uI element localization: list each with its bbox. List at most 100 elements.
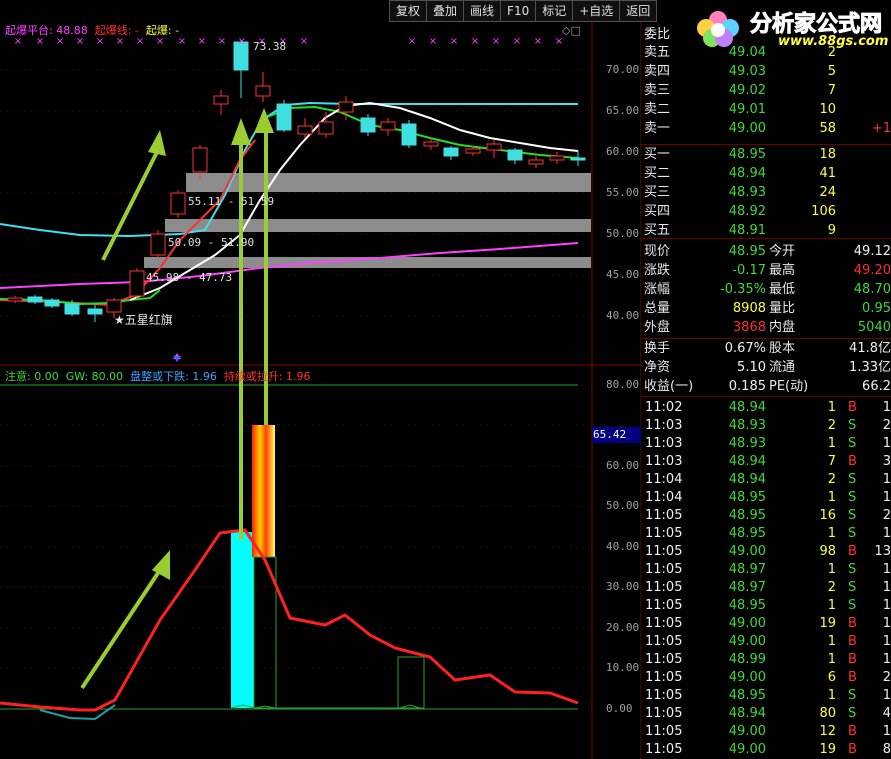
tick-count: 1 bbox=[882, 688, 891, 703]
tick-time: 11:03 bbox=[645, 436, 683, 451]
ask-label: 卖五 bbox=[644, 45, 671, 60]
tick-side: S bbox=[848, 688, 857, 703]
fund-label: 换手 bbox=[644, 341, 671, 356]
tick-count: 1 bbox=[882, 472, 891, 487]
quote-label: 内盘 bbox=[769, 320, 796, 335]
add-favorite-button[interactable]: +自选 bbox=[572, 0, 621, 22]
tick-volume: 16 bbox=[819, 508, 836, 523]
candle-body bbox=[255, 85, 271, 97]
tick-row: 11:05 49.00 98 B 13 bbox=[641, 543, 891, 561]
tick-side: S bbox=[848, 508, 857, 523]
tick-row: 11:03 48.93 1 S 1 bbox=[641, 435, 891, 453]
oscillator-green-line bbox=[230, 704, 421, 709]
y-tick-label: 50.00 bbox=[606, 227, 640, 240]
tick-volume: 1 bbox=[827, 526, 836, 541]
quote-label: 外盘 bbox=[644, 320, 671, 335]
tick-side: B bbox=[848, 652, 857, 667]
tick-row: 11:03 48.93 2 S 2 bbox=[641, 417, 891, 435]
fund-value: 41.8亿 bbox=[849, 341, 891, 356]
quote-row: 外盘 3868 内盘 5040 bbox=[641, 319, 891, 337]
tick-row: 11:05 48.95 16 S 2 bbox=[641, 507, 891, 525]
x-marker: × bbox=[218, 36, 226, 47]
tick-time: 11:03 bbox=[645, 454, 683, 469]
quote-panel: 委比 卖五 49.04 2 卖四 49.03 5 卖三 49.02 7 卖二 49.01 10 卖一 49… bbox=[641, 22, 891, 759]
cursor-value: 65.42 bbox=[593, 428, 627, 441]
tick-count: 13 bbox=[874, 544, 891, 559]
tick-volume: 2 bbox=[827, 418, 836, 433]
ask-row: 卖三 49.02 7 bbox=[641, 82, 891, 100]
tick-count: 1 bbox=[882, 652, 891, 667]
tick-price: 48.97 bbox=[728, 562, 766, 577]
restore-rights-button[interactable]: 复权 bbox=[389, 0, 428, 22]
platform-bar bbox=[165, 219, 591, 232]
weibi-label: 委比 bbox=[644, 27, 671, 42]
x-marker: × bbox=[492, 36, 500, 47]
ask-price: 49.03 bbox=[728, 64, 766, 79]
tick-count: 1 bbox=[882, 436, 891, 451]
quote-value: 8908 bbox=[732, 301, 766, 316]
tick-volume: 1 bbox=[827, 400, 836, 415]
candle-body bbox=[87, 308, 103, 315]
tick-count: 1 bbox=[882, 724, 891, 739]
fund-value: 5.10 bbox=[737, 360, 766, 375]
tick-time: 11:05 bbox=[645, 598, 683, 613]
fund-label: 收益(一) bbox=[644, 379, 694, 394]
quote-row: 涨幅 -0.35% 最低 48.70 bbox=[641, 281, 891, 299]
quote-label: 最低 bbox=[769, 282, 796, 297]
pane-control-icon[interactable]: ◇□ bbox=[562, 24, 581, 37]
bid-label: 买三 bbox=[644, 185, 671, 200]
tick-side: B bbox=[848, 400, 857, 415]
f10-button[interactable]: F10 bbox=[500, 0, 537, 22]
tick-row: 11:05 49.00 19 B 1 bbox=[641, 615, 891, 633]
tick-price: 48.95 bbox=[728, 526, 766, 541]
tick-count: 1 bbox=[882, 598, 891, 613]
candle-body bbox=[486, 143, 502, 151]
bid-label: 买一 bbox=[644, 147, 671, 162]
tick-volume: 80 bbox=[819, 706, 836, 721]
ask-price: 49.01 bbox=[728, 102, 766, 117]
tick-time: 11:03 bbox=[645, 418, 683, 433]
x-marker: × bbox=[238, 36, 246, 47]
bid-price: 48.93 bbox=[728, 185, 766, 200]
tick-side: B bbox=[848, 544, 857, 559]
quote-label: 总量 bbox=[644, 301, 671, 316]
fund-label: 净资 bbox=[644, 360, 671, 375]
tick-row: 11:02 48.94 1 B 1 bbox=[641, 399, 891, 417]
candle-body bbox=[276, 103, 292, 131]
fund-row: 收益(一) 0.185 PE(动) 66.2 bbox=[641, 378, 891, 396]
tick-volume: 1 bbox=[827, 562, 836, 577]
quote-value: 0.95 bbox=[862, 301, 891, 316]
tick-price: 49.00 bbox=[728, 634, 766, 649]
draw-line-button[interactable]: 画线 bbox=[463, 0, 502, 22]
fund-label: 股本 bbox=[769, 341, 796, 356]
tick-side: S bbox=[848, 562, 857, 577]
x-marker: × bbox=[429, 36, 437, 47]
tick-row: 11:05 48.95 1 S 1 bbox=[641, 597, 891, 615]
tick-price: 48.95 bbox=[728, 688, 766, 703]
peak-label: 73.38 bbox=[253, 40, 287, 53]
tick-volume: 12 bbox=[819, 724, 836, 739]
tick-time: 11:02 bbox=[645, 400, 683, 415]
tick-count: 2 bbox=[882, 670, 891, 685]
x-marker: × bbox=[450, 36, 458, 47]
overlay-button[interactable]: 叠加 bbox=[426, 0, 465, 22]
quote-label: 最高 bbox=[769, 263, 796, 278]
back-button[interactable]: 返回 bbox=[619, 0, 658, 22]
quote-value: 49.20 bbox=[853, 263, 891, 278]
legend-attention: 注意: 0.00 bbox=[5, 370, 59, 383]
tick-row: 11:05 48.99 1 B 1 bbox=[641, 651, 891, 669]
quote-value: 48.95 bbox=[728, 244, 766, 259]
tick-price: 48.94 bbox=[728, 454, 766, 469]
tick-row: 11:05 48.95 1 S 1 bbox=[641, 525, 891, 543]
tick-volume: 7 bbox=[827, 454, 836, 469]
tick-count: 1 bbox=[882, 490, 891, 505]
tick-count: 1 bbox=[882, 526, 891, 541]
mark-button[interactable]: 标记 bbox=[535, 0, 574, 22]
signal-box bbox=[397, 656, 425, 709]
tick-side: B bbox=[848, 724, 857, 739]
y-tick-label: 60.00 bbox=[606, 459, 640, 472]
candle-body bbox=[338, 101, 354, 113]
candle-body bbox=[150, 233, 166, 256]
y-tick-label: 70.00 bbox=[606, 63, 640, 76]
fund-row: 换手 0.67% 股本 41.8亿 bbox=[641, 340, 891, 358]
